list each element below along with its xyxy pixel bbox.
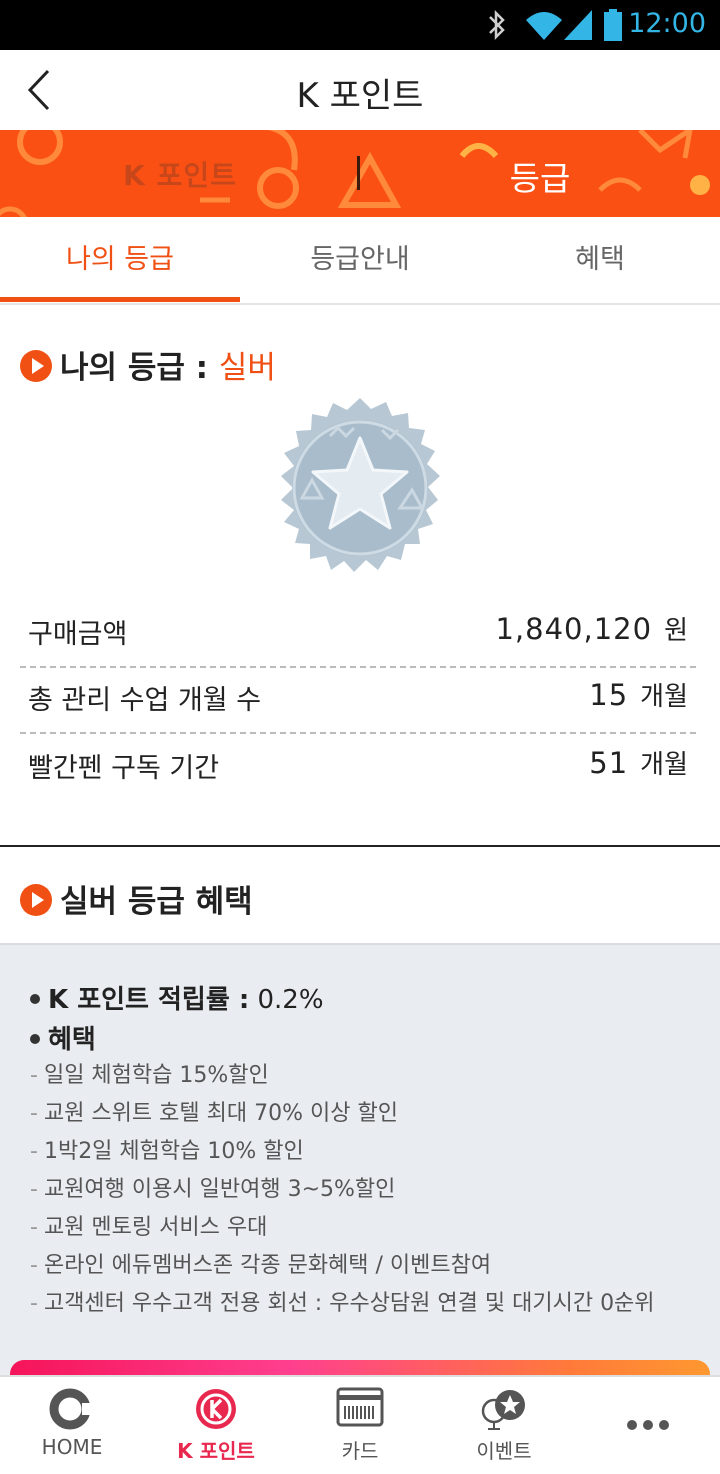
- purchase-amount-number: 1,840,120: [495, 612, 653, 646]
- wifi-icon: [526, 12, 562, 40]
- dash-icon: -: [30, 1139, 38, 1164]
- list-item: - 고객센터 우수고객 전용 회선 : 우수상담원 연결 및 대기시간 0순위: [30, 1285, 655, 1323]
- purchase-amount-unit: 원: [664, 616, 688, 646]
- nav-k-point-label: K 포인트: [177, 1439, 255, 1463]
- purchase-amount-value: 1,840,120 원: [495, 610, 688, 647]
- nav-home-label: HOME: [41, 1435, 103, 1459]
- benefit-item-text: 교원 스위트 호텔 최대 70% 이상 할인: [43, 1101, 398, 1126]
- nav-home[interactable]: HOME: [0, 1377, 144, 1474]
- home-icon: [49, 1388, 94, 1430]
- list-item: - 일일 체험학습 15%할인: [30, 1057, 655, 1095]
- my-grade-heading: 나의 등급 : 실버: [20, 342, 276, 387]
- bottom-nav: HOME K 포인트 카드 이벤트: [0, 1375, 720, 1474]
- list-item: - 교원 멘토링 서비스 우대: [30, 1209, 655, 1247]
- tab-indicator: [0, 297, 240, 302]
- play-bullet-icon: [20, 350, 52, 382]
- tab-bar: 나의 등급 등급안내 혜택: [0, 217, 720, 305]
- event-icon: [481, 1390, 525, 1430]
- subscription-period-row: 빨간펜 구독 기간 51 개월: [20, 734, 696, 800]
- benefits-box: K 포인트 적립률 : 0.2% 혜택 - 일일 체험학습 15%할인 - 교원 스…: [0, 943, 720, 1405]
- benefit-heading: 혜택: [48, 1025, 96, 1055]
- my-grade-value: 실버: [218, 350, 276, 386]
- dash-icon: -: [30, 1063, 38, 1088]
- point-rate-value: 0.2%: [257, 985, 324, 1015]
- app-header: K 포인트: [0, 50, 720, 130]
- dash-icon: -: [30, 1177, 38, 1202]
- lesson-months-label: 총 관리 수업 개월 수: [28, 685, 262, 716]
- list-item: -1박2일 체험학습 10% 할인: [30, 1133, 655, 1171]
- my-grade-label: 나의 등급 :: [60, 350, 209, 386]
- tab-my-grade[interactable]: 나의 등급: [0, 217, 240, 303]
- k-point-icon: [196, 1389, 236, 1429]
- more-icon: [627, 1420, 669, 1430]
- list-item: - 교원여행 이용시 일반여행 3~5%할인: [30, 1171, 655, 1209]
- subscription-period-number: 51: [589, 746, 629, 780]
- benefits-heading: 실버 등급 혜택: [20, 876, 253, 921]
- lesson-months-row: 총 관리 수업 개월 수 15 개월: [20, 666, 696, 734]
- page-title: K 포인트: [296, 76, 424, 116]
- benefit-heading-line: 혜택: [30, 1019, 96, 1056]
- benefit-item-text: 1박2일 체험학습 10% 할인: [43, 1139, 304, 1164]
- lesson-months-number: 15: [589, 678, 629, 712]
- benefits-title: 실버 등급 혜택: [60, 884, 253, 920]
- subscription-period-unit: 개월: [640, 750, 688, 780]
- dash-icon: -: [30, 1291, 38, 1316]
- benefit-item-text: 온라인 에듀멤버스존 각종 문화혜택 / 이벤트참여: [43, 1253, 492, 1278]
- section-divider: [0, 845, 720, 847]
- nav-k-point[interactable]: K 포인트: [144, 1377, 288, 1474]
- nav-card[interactable]: 카드: [288, 1377, 432, 1474]
- point-rate-line: K 포인트 적립률 : 0.2%: [30, 979, 324, 1016]
- grade-banner: K 포인트 등급: [0, 130, 720, 217]
- bluetooth-icon: [489, 9, 505, 41]
- benefit-item-text: 교원 멘토링 서비스 우대: [43, 1215, 268, 1240]
- dash-icon: -: [30, 1215, 38, 1240]
- status-time: 12:00: [628, 8, 706, 39]
- lesson-months-unit: 개월: [640, 682, 688, 712]
- purchase-amount-row: 구매금액 1,840,120 원: [20, 600, 696, 668]
- banner-k-point-tab[interactable]: K 포인트: [0, 154, 360, 194]
- subscription-period-label: 빨간펜 구독 기간: [28, 753, 220, 784]
- dash-icon: -: [30, 1253, 38, 1278]
- nav-event-label: 이벤트: [476, 1439, 532, 1463]
- benefit-item-text: 고객센터 우수고객 전용 회선 : 우수상담원 연결 및 대기시간 0순위: [43, 1291, 655, 1316]
- benefit-list: - 일일 체험학습 15%할인 - 교원 스위트 호텔 최대 70% 이상 할인 -…: [30, 1057, 655, 1323]
- nav-card-label: 카드: [341, 1439, 379, 1463]
- status-bar: 12:00: [0, 0, 720, 50]
- card-icon: [336, 1387, 384, 1427]
- dash-icon: -: [30, 1101, 38, 1126]
- tab-benefits[interactable]: 혜택: [480, 217, 720, 303]
- nav-event[interactable]: 이벤트: [432, 1377, 576, 1474]
- list-item: - 교원 스위트 호텔 최대 70% 이상 할인: [30, 1095, 655, 1133]
- benefit-item-text: 일일 체험학습 15%할인: [43, 1063, 269, 1088]
- signal-icon: [564, 10, 592, 40]
- purchase-amount-label: 구매금액: [28, 619, 128, 650]
- nav-more[interactable]: [576, 1377, 720, 1474]
- bullet-dot-icon: [30, 994, 40, 1004]
- subscription-period-value: 51 개월: [589, 744, 688, 781]
- battery-icon: [604, 9, 622, 41]
- bullet-dot-icon: [30, 1034, 40, 1044]
- list-item: - 온라인 에듀멤버스존 각종 문화혜택 / 이벤트참여: [30, 1247, 655, 1285]
- benefit-item-text: 교원여행 이용시 일반여행 3~5%할인: [43, 1177, 396, 1202]
- play-bullet-icon: [20, 884, 52, 916]
- lesson-months-value: 15 개월: [589, 676, 688, 713]
- point-rate-label: K 포인트 적립률 :: [48, 985, 250, 1015]
- silver-grade-badge-icon: [281, 398, 440, 572]
- tab-grade-guide[interactable]: 등급안내: [240, 217, 480, 303]
- banner-grade-tab[interactable]: 등급: [360, 152, 720, 200]
